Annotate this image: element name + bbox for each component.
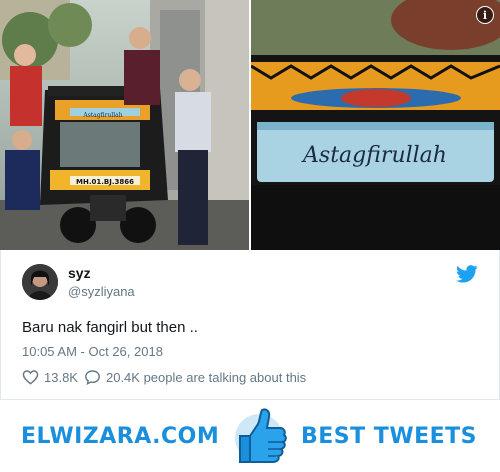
heart-icon[interactable] [22, 369, 39, 385]
info-icon[interactable]: i [476, 6, 494, 24]
tweet-timestamp[interactable]: 10:05 AM - Oct 26, 2018 [22, 344, 163, 359]
tweet-card[interactable]: syz @syzliyana Baru nak fangirl but then… [0, 250, 500, 400]
promo-banner: ELWIZARA.COM BEST TWEETS [0, 400, 500, 472]
banner-tagline: BEST TWEETS [301, 424, 477, 449]
plate-text: Astagfirullah [301, 143, 447, 168]
rickshaw-photo: Astagfirullah MH.01.BJ.3866 [0, 0, 249, 250]
plate-text-small: Astagfirullah [82, 112, 122, 119]
speech-bubble-icon[interactable] [84, 369, 101, 385]
twitter-bird-icon[interactable] [456, 265, 478, 283]
avatar[interactable] [22, 264, 58, 300]
talking-count: 20.4K people are talking about this [105, 369, 307, 385]
talking-action[interactable]: 20.4K people are talking about this [84, 369, 306, 385]
tweet-actions: 13.8K 20.4K people are talking about thi… [22, 369, 312, 385]
brand-name[interactable]: ELWIZARA.COM [21, 424, 219, 449]
registration-plate: MH.01.BJ.3866 [76, 178, 134, 186]
tweet-text: Baru nak fangirl but then .. [22, 319, 198, 336]
photo-right[interactable]: Astagfirullah i [251, 0, 500, 250]
photo-left[interactable]: Astagfirullah MH.01.BJ.3866 [0, 0, 249, 250]
like-count: 13.8K [44, 369, 78, 385]
rickshaw-closeup-photo: Astagfirullah [251, 0, 500, 250]
tweet-photos: Astagfirullah MH.01.BJ.3866 Astagfirulla… [0, 0, 500, 250]
user-handle[interactable]: @syzliyana [68, 284, 135, 299]
display-name[interactable]: syz [68, 265, 91, 281]
thumbs-up-icon [235, 408, 287, 463]
tweet-embed: Astagfirullah MH.01.BJ.3866 Astagfirulla… [0, 0, 500, 472]
like-action[interactable]: 13.8K [22, 369, 78, 385]
